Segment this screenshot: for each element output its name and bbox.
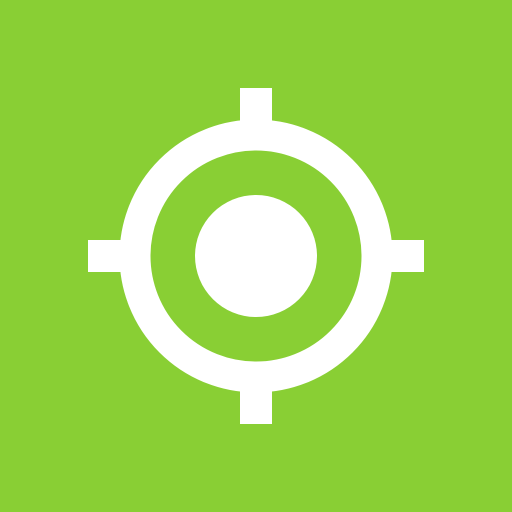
center-dot	[195, 195, 317, 317]
my-location-icon	[88, 88, 424, 424]
app-icon-tile	[0, 0, 512, 512]
